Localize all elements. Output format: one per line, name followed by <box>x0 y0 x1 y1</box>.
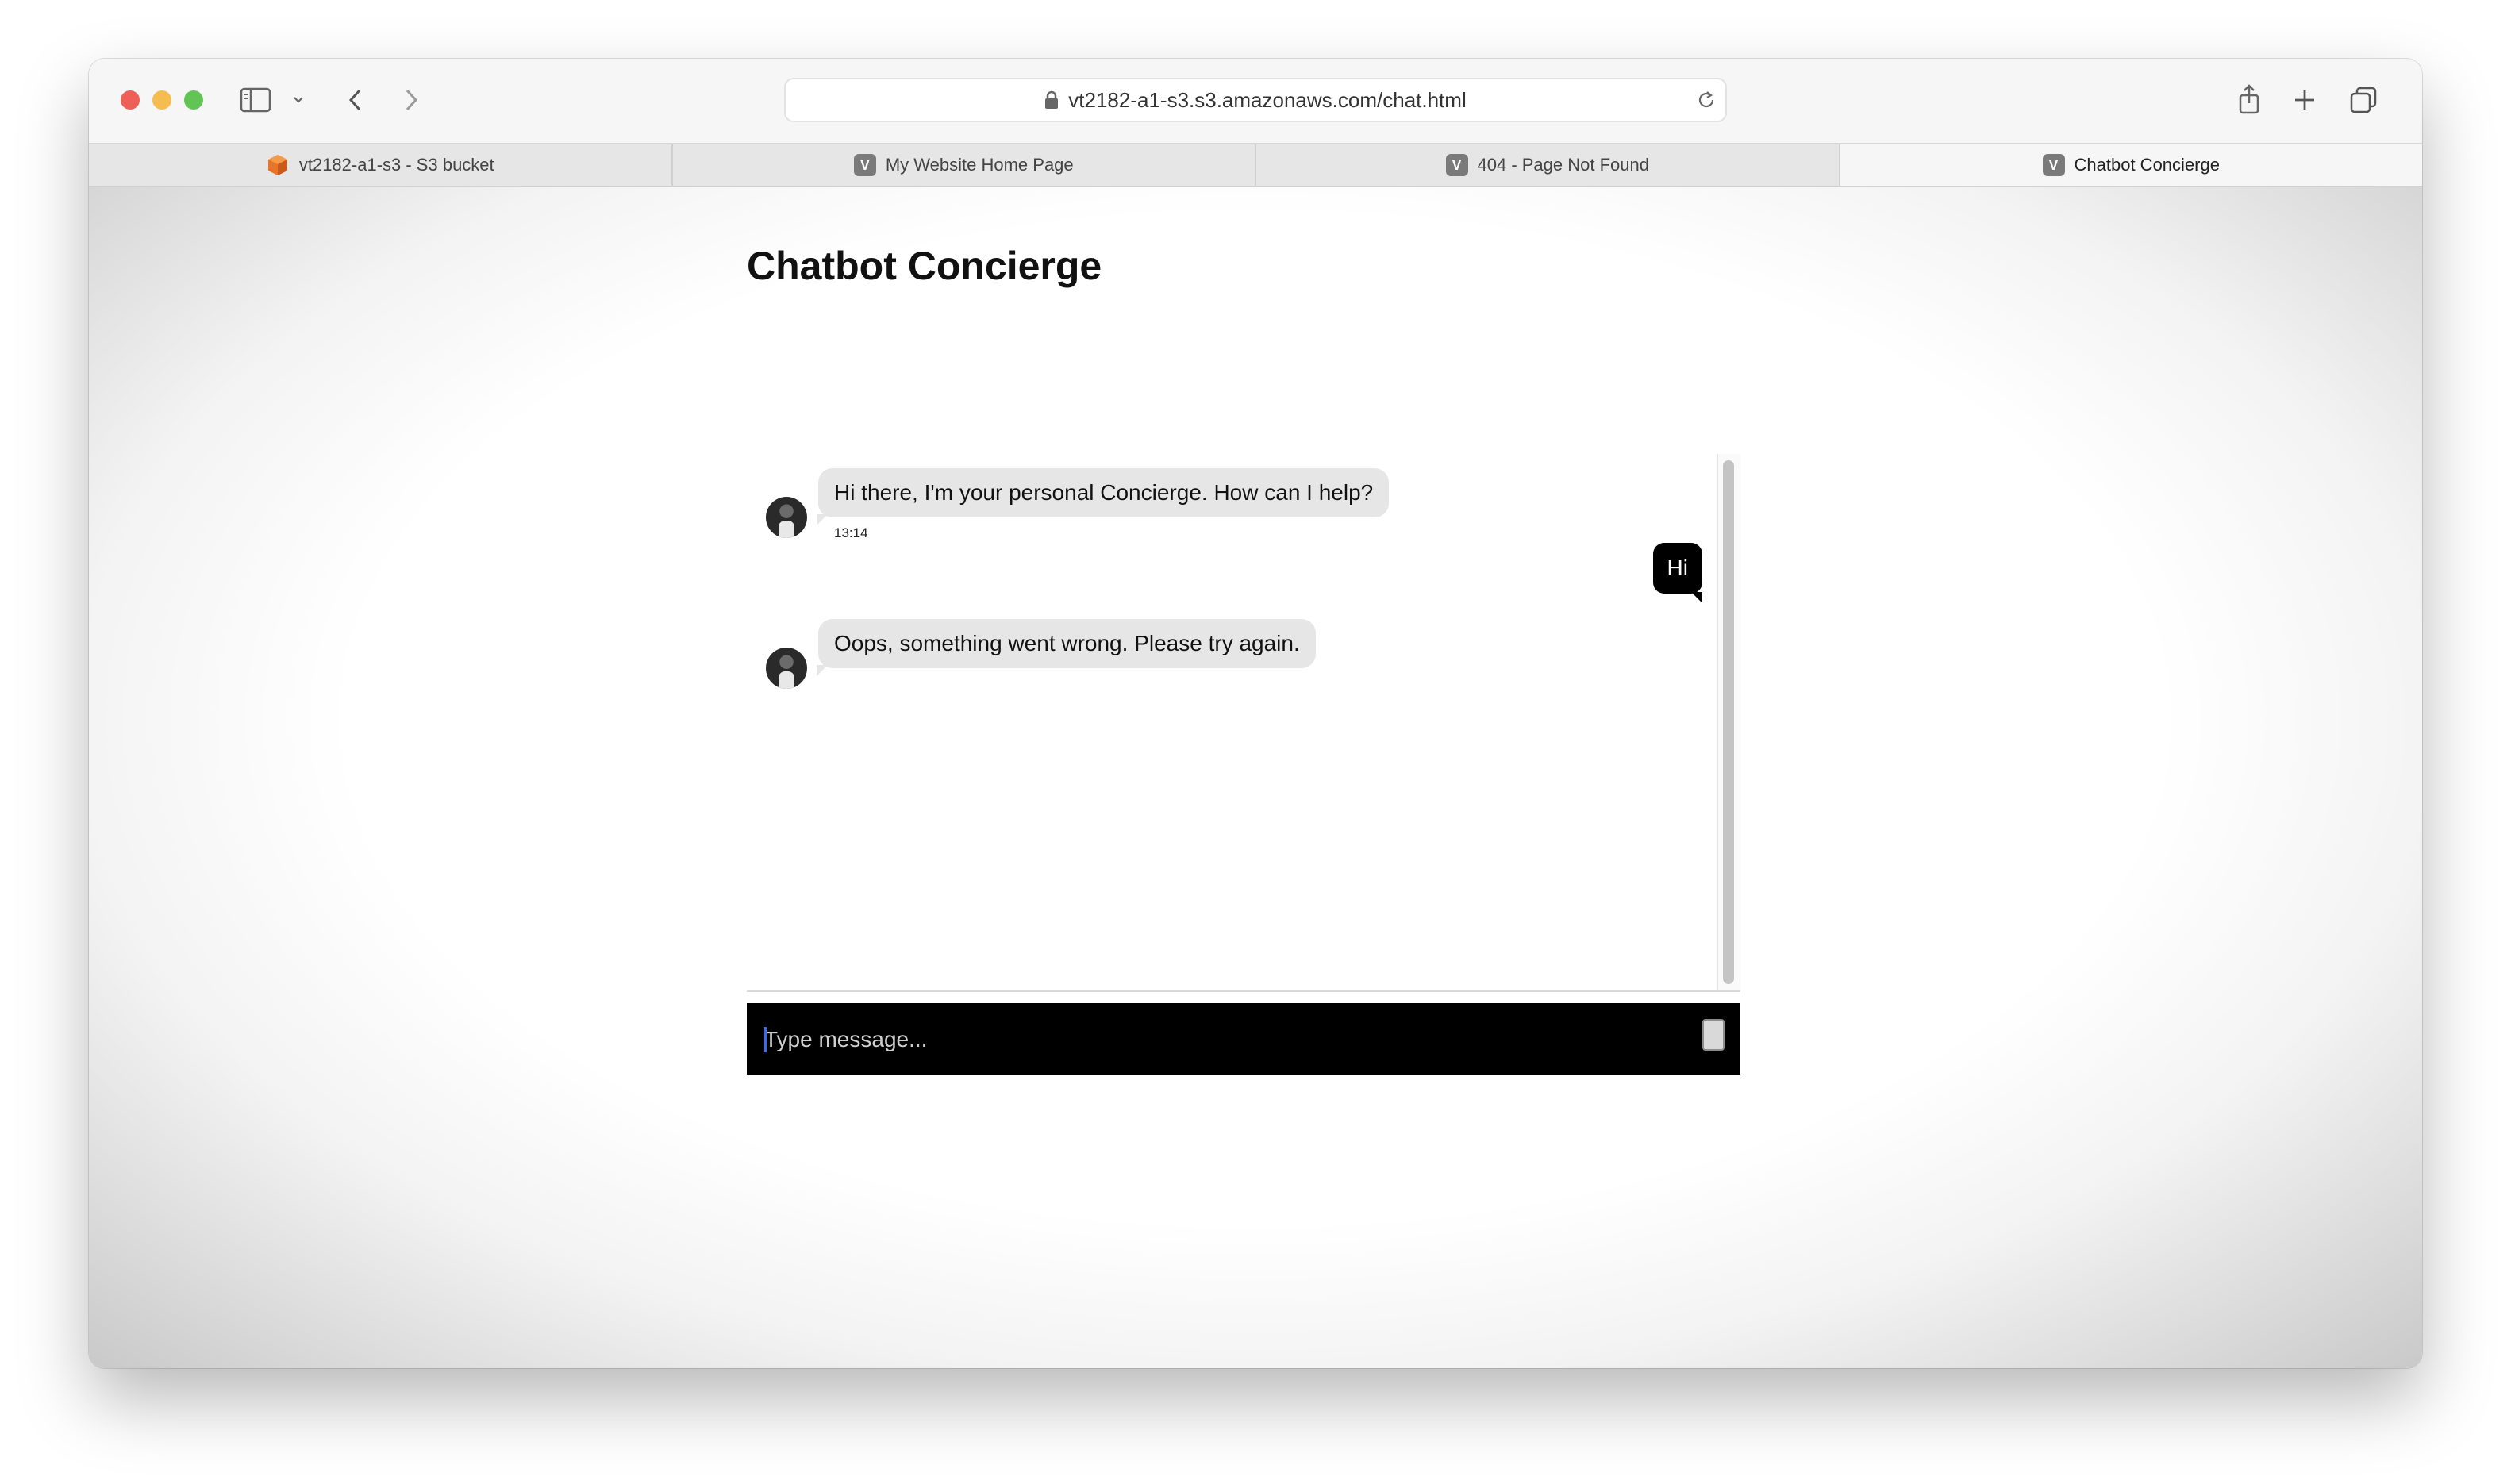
v-favicon-icon: V <box>2042 154 2065 176</box>
tab-home-page[interactable]: V My Website Home Page <box>673 144 1256 186</box>
tab-overview-icon[interactable] <box>2348 84 2379 116</box>
text-caret <box>764 1027 767 1052</box>
v-favicon-icon: V <box>853 154 876 176</box>
url-text: vt2182-a1-s3.s3.amazonaws.com/chat.html <box>1068 87 1467 112</box>
tab-chatbot-concierge[interactable]: V Chatbot Concierge <box>1840 144 2422 186</box>
chat-scrollbar[interactable] <box>1717 454 1740 990</box>
tab-s3-bucket[interactable]: vt2182-a1-s3 - S3 bucket <box>89 144 673 186</box>
message-input[interactable] <box>763 1014 1686 1065</box>
message-timestamp: 13:14 <box>834 525 868 540</box>
bot-message: Hi there, I'm your personal Concierge. H… <box>816 468 1390 525</box>
s3-bucket-icon <box>266 153 290 177</box>
zoom-window-button[interactable] <box>184 90 203 110</box>
new-tab-icon[interactable] <box>2290 86 2319 114</box>
forward-icon[interactable] <box>397 86 425 114</box>
share-icon[interactable] <box>2233 83 2265 117</box>
v-favicon-icon: V <box>1445 154 1468 176</box>
browser-toolbar: vt2182-a1-s3.s3.amazonaws.com/chat.html <box>89 59 2422 143</box>
chat-scrollbar-thumb[interactable] <box>1723 460 1734 984</box>
chevron-down-icon[interactable] <box>290 92 306 108</box>
tab-label: vt2182-a1-s3 - S3 bucket <box>298 155 494 175</box>
close-window-button[interactable] <box>121 90 140 110</box>
bot-avatar <box>766 497 807 538</box>
lock-icon <box>1044 90 1059 110</box>
tab-label: Chatbot Concierge <box>2074 155 2220 175</box>
message-input-bar <box>747 1003 1740 1075</box>
bot-avatar <box>766 648 807 689</box>
tab-404[interactable]: V 404 - Page Not Found <box>1256 144 1840 186</box>
send-button[interactable] <box>1702 1019 1725 1051</box>
tab-bar: vt2182-a1-s3 - S3 bucket V My Website Ho… <box>89 143 2422 187</box>
bot-message: Oops, something went wrong. Please try a… <box>817 619 1316 676</box>
chat-messages: Hi there, I'm your personal Concierge. H… <box>747 454 1740 990</box>
back-icon[interactable] <box>341 86 370 114</box>
minimize-window-button[interactable] <box>152 90 171 110</box>
tab-label: My Website Home Page <box>885 155 1074 175</box>
address-bar[interactable]: vt2182-a1-s3.s3.amazonaws.com/chat.html <box>784 78 1727 122</box>
user-message: Hi <box>1652 543 1703 603</box>
tab-label: 404 - Page Not Found <box>1477 155 1649 175</box>
page-title: Chatbot Concierge <box>747 244 1102 288</box>
sidebar-toggle-icon[interactable] <box>240 86 271 114</box>
reload-icon[interactable] <box>1695 89 1717 117</box>
